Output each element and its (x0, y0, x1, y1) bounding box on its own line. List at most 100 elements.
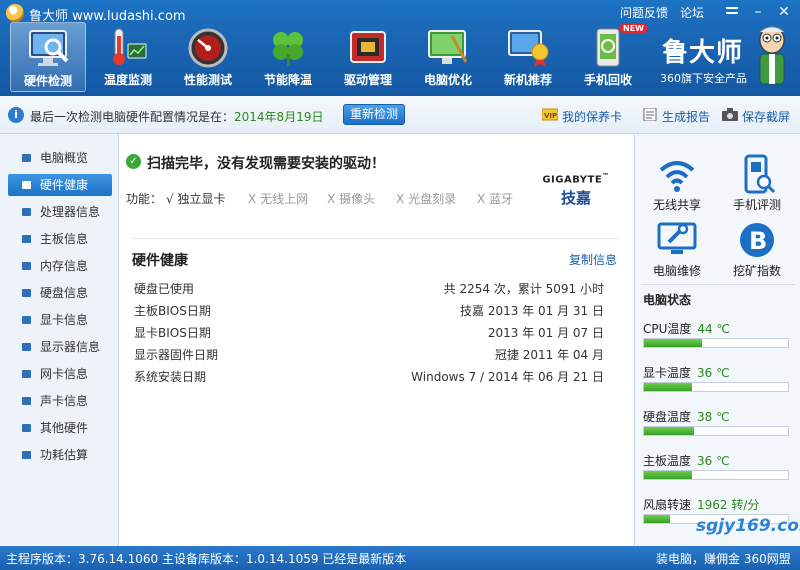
stat-board-temp: 主板温度 36 ℃ (643, 452, 793, 486)
mascot-icon (759, 26, 785, 85)
row-value: 2013 年 01 月 07 日 (487, 326, 604, 340)
status-bar: 主程序版本：3.76.14.1060 主设备库版本：1.0.14.1059 已经… (0, 546, 800, 570)
sidebar-item-gpu[interactable]: 显卡信息 (8, 309, 112, 331)
info-row: 显卡BIOS日期 2013 年 01 月 07 日 (134, 324, 604, 344)
new-badge: NEW (620, 24, 647, 33)
feature-discrete-gpu: √ 独立显卡 (166, 190, 226, 207)
mining-index-tool[interactable]: B 挖矿指数 (719, 220, 795, 280)
info-row: 主板BIOS日期 技嘉 2013 年 01 月 31 日 (134, 302, 604, 322)
promo-link[interactable]: 装电脑，赚佣金 360网盟 (656, 550, 791, 567)
bullet-icon (22, 370, 31, 378)
report-icon (643, 108, 657, 121)
stat-name: CPU温度 (643, 322, 692, 336)
feature-label: 无线上网 (260, 192, 309, 206)
brand-name: 鲁大师 (662, 38, 744, 68)
tool-label: 电脑维修 (652, 264, 701, 278)
nav-performance[interactable]: 性能测试 (170, 22, 246, 92)
stat-bar-fill (644, 471, 692, 479)
sidebar-item-motherboard[interactable]: 主板信息 (8, 228, 112, 250)
sidebar-item-memory[interactable]: 内存信息 (8, 255, 112, 277)
info-row: 系统安装日期 Windows 7 / 2014 年 06 月 21 日 (134, 368, 604, 388)
monitor-broom-icon (428, 30, 468, 64)
sidebar-item-label: 网卡信息 (40, 367, 89, 381)
sidebar-item-label: 电脑概览 (40, 151, 89, 165)
stat-cpu-temp: CPU温度 44 ℃ (643, 320, 793, 354)
last-check-prefix: 最后一次检测电脑硬件配置情况是在： (30, 110, 235, 124)
rescan-button[interactable]: 重新检测 (343, 104, 405, 125)
stat-bar (643, 382, 789, 392)
bullet-icon (22, 181, 31, 189)
nav-hardware-check[interactable]: 硬件检测 (10, 22, 86, 92)
sidebar-item-power[interactable]: 功耗估算 (8, 444, 112, 466)
row-value: 共 2254 次，累计 5091 小时 (443, 282, 604, 296)
stat-name: 硬盘温度 (643, 410, 692, 424)
version-info: 主程序版本：3.76.14.1060 主设备库版本：1.0.14.1059 已经… (6, 552, 407, 566)
feature-label: 独立显卡 (177, 192, 226, 206)
nav-phone-recycle[interactable]: NEW 手机回收 (570, 22, 647, 92)
brand-area: 鲁大师 360旗下安全产品 (656, 26, 796, 94)
forum-link[interactable]: 论坛 (680, 4, 704, 21)
menu-icon[interactable] (722, 3, 742, 21)
phone-qr-icon (744, 154, 776, 194)
tool-label: 无线共享 (652, 198, 701, 212)
wrench-monitor-icon (657, 222, 697, 254)
divider (132, 238, 618, 239)
stat-value: 1962 转/分 (697, 498, 760, 512)
app-logo-icon (6, 4, 24, 22)
pc-repair-tool[interactable]: 电脑维修 (639, 220, 715, 280)
nav-label: 硬件检测 (23, 74, 72, 88)
driver-chip-icon (350, 31, 386, 63)
feature-label: 蓝牙 (489, 192, 514, 206)
phone-test-tool[interactable]: 手机评测 (719, 154, 795, 214)
info-row: 显示器固件日期 冠捷 2011 年 04 月 (134, 346, 604, 366)
bullet-icon (22, 451, 31, 459)
status-title: 电脑状态 (643, 293, 692, 307)
sidebar-item-display[interactable]: 显示器信息 (8, 336, 112, 358)
sidebar-item-network[interactable]: 网卡信息 (8, 363, 112, 385)
sidebar-item-hardware-health[interactable]: 硬件健康 (8, 174, 112, 196)
feature-mark: X (477, 192, 486, 206)
section-title: 硬件健康 (132, 253, 188, 269)
wifi-share-tool[interactable]: 无线共享 (639, 154, 715, 214)
stat-bar-fill (644, 383, 692, 391)
minimize-button[interactable]: – (748, 3, 768, 21)
sidebar-item-cpu[interactable]: 处理器信息 (8, 201, 112, 223)
sidebar-item-label: 硬盘信息 (40, 286, 89, 300)
feedback-link[interactable]: 问题反馈 (620, 4, 668, 21)
main-nav: 硬件检测 温度监测 性能测试 节能降温 驱动管理 电脑优化 新机推荐 NEW 手… (10, 22, 650, 92)
stat-label: CPU温度 44 ℃ (643, 320, 730, 337)
save-screenshot-link[interactable]: 保存截屏 (742, 108, 790, 125)
last-check-text: 最后一次检测电脑硬件配置情况是在：2014年8月19日 (30, 108, 323, 125)
sidebar-item-label: 主板信息 (40, 232, 89, 246)
sidebar-item-overview[interactable]: 电脑概览 (8, 147, 112, 169)
maintenance-card-link[interactable]: 我的保养卡 (562, 108, 622, 125)
sidebar-item-sound[interactable]: 声卡信息 (8, 390, 112, 412)
generate-report-link[interactable]: 生成报告 (662, 108, 710, 125)
bullet-icon (22, 289, 31, 297)
nav-driver-manager[interactable]: 驱动管理 (330, 22, 406, 92)
wifi-icon (659, 161, 695, 192)
nav-label: 驱动管理 (343, 73, 392, 87)
info-icon: i (8, 107, 24, 123)
nav-temperature[interactable]: 温度监测 (90, 22, 166, 92)
nav-pc-optimize[interactable]: 电脑优化 (410, 22, 486, 92)
sidebar-item-other[interactable]: 其他硬件 (8, 417, 112, 439)
last-check-date: 2014年8月19日 (234, 110, 324, 124)
stat-label: 显卡温度 36 ℃ (643, 364, 730, 381)
vendor-logo: GIGABYTE™ 技嘉 (540, 172, 612, 212)
tool-label: 挖矿指数 (732, 264, 781, 278)
sidebar: 电脑概览 硬件健康 处理器信息 主板信息 内存信息 硬盘信息 显卡信息 显示器信… (0, 134, 119, 546)
nav-new-pc[interactable]: 新机推荐 (490, 22, 566, 92)
row-value: Windows 7 / 2014 年 06 月 21 日 (411, 370, 604, 384)
bullet-icon (22, 316, 31, 324)
copy-info-link[interactable]: 复制信息 (569, 251, 617, 268)
nav-energy-saving[interactable]: 节能降温 (250, 22, 326, 92)
sidebar-item-disk[interactable]: 硬盘信息 (8, 282, 112, 304)
stat-bar-fill (644, 427, 695, 435)
close-button[interactable]: ✕ (774, 3, 794, 21)
sidebar-item-label: 内存信息 (40, 259, 89, 273)
feature-camera: X 摄像头 (327, 190, 375, 207)
stat-value: 38 ℃ (697, 410, 730, 424)
bullet-icon (22, 262, 31, 270)
info-row: 硬盘已使用 共 2254 次，累计 5091 小时 (134, 280, 604, 300)
